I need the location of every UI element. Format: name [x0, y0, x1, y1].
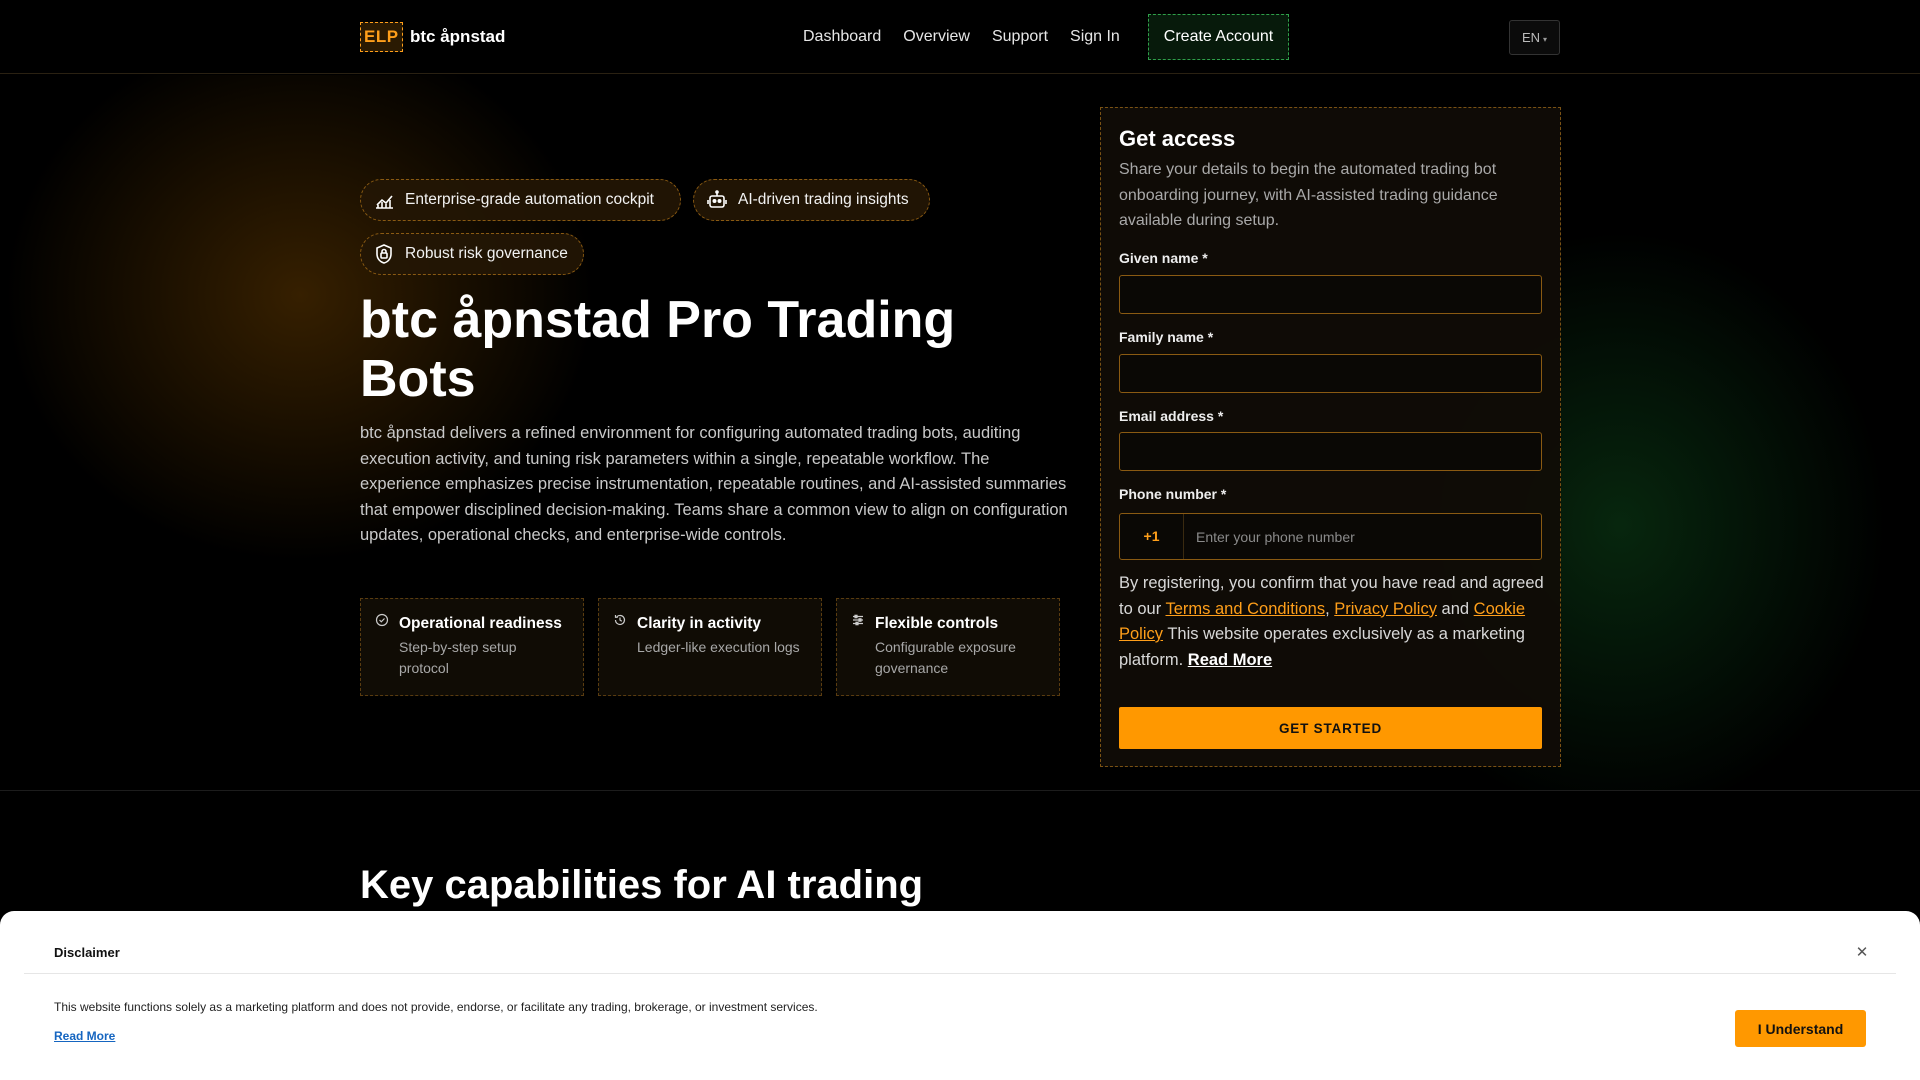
feature-card-controls: Flexible controls Configurable exposure … [836, 598, 1060, 696]
robot-icon [707, 190, 727, 208]
form-title: Get access [1119, 126, 1236, 151]
feature-subtitle: Ledger-like execution logs [637, 639, 800, 655]
brand-name[interactable]: btc åpnstad [410, 25, 505, 49]
feature-card-clarity: Clarity in activity Ledger-like executio… [598, 598, 822, 696]
language-select[interactable]: EN ▾ [1509, 20, 1560, 55]
close-icon[interactable]: ✕ [1852, 943, 1872, 963]
logo-badge[interactable]: ELP [360, 22, 403, 52]
disclaimer-title: Disclaimer [54, 945, 120, 960]
feature-card-operational: Operational readiness Step-by-step setup… [360, 598, 584, 696]
pill-label: Enterprise-grade automation cockpit [405, 191, 654, 208]
feature-subtitle: Configurable exposure governance [875, 639, 1016, 676]
history-icon [614, 614, 626, 626]
sliders-icon [853, 614, 863, 626]
page: ELP btc åpnstad Dashboard Overview Suppo… [0, 0, 1920, 1080]
main-nav: Dashboard Overview Support Sign In [803, 26, 1120, 48]
pill-label: AI-driven trading insights [738, 191, 909, 208]
disclaimer-banner: Disclaimer ✕ This website functions sole… [0, 911, 1920, 1080]
terms-link[interactable]: Terms and Conditions [1166, 600, 1326, 618]
country-code-select[interactable]: +1 [1120, 514, 1184, 559]
read-more-link[interactable]: Read More [1188, 651, 1272, 669]
feature-title: Clarity in activity [637, 615, 762, 632]
form-subtitle: Share your details to begin the automate… [1119, 161, 1498, 229]
phone-field[interactable] [1184, 514, 1541, 559]
family-name-label: Family name * [1119, 329, 1214, 345]
hero-description: btc åpnstad delivers a refined environme… [360, 424, 1068, 545]
nav-support[interactable]: Support [992, 26, 1048, 48]
feature-title: Flexible controls [875, 615, 999, 632]
pill-risk-governance: Robust risk governance [360, 233, 584, 275]
signup-form-card: Get access Share your details to begin t… [1100, 107, 1561, 767]
given-name-label: Given name * [1119, 250, 1208, 266]
nav-sign-in[interactable]: Sign In [1070, 26, 1120, 48]
chart-icon [376, 195, 393, 209]
email-label: Email address * [1119, 408, 1224, 424]
phone-field-group: +1 [1119, 513, 1542, 560]
caret-down-icon: ▾ [1543, 35, 1548, 44]
legal-suffix: This website operates exclusively as a m… [1119, 625, 1525, 669]
privacy-link[interactable]: Privacy Policy [1334, 600, 1437, 618]
capabilities-title: Key capabilities for AI trading [360, 863, 924, 907]
disclaimer-text: This website functions solely as a marke… [54, 1000, 818, 1014]
pill-automation: Enterprise-grade automation cockpit [360, 179, 681, 221]
i-understand-button[interactable]: I Understand [1735, 1010, 1866, 1047]
get-started-button[interactable]: GET STARTED [1119, 707, 1542, 749]
shield-icon [376, 244, 392, 264]
check-circle-icon [375, 613, 389, 627]
disclaimer-read-more-link[interactable]: Read More [54, 1028, 115, 1045]
nav-dashboard[interactable]: Dashboard [803, 26, 881, 48]
nav-overview[interactable]: Overview [903, 26, 970, 48]
divider [24, 973, 1896, 974]
legal-and: and [1441, 599, 1470, 618]
phone-label: Phone number * [1119, 486, 1227, 502]
feature-subtitle: Step-by-step setup protocol [399, 639, 517, 676]
top-header: ELP btc åpnstad Dashboard Overview Suppo… [0, 0, 1920, 74]
hero-title: btc åpnstad Pro Trading Bots [360, 291, 956, 408]
pill-label: Robust risk governance [405, 245, 568, 262]
language-label: EN [1521, 30, 1541, 45]
hero-section: Enterprise-grade automation cockpit AI-d… [0, 75, 1920, 791]
email-field[interactable] [1119, 432, 1542, 471]
legal-consent-text: By registering, you confirm that you hav… [1119, 574, 1544, 669]
given-name-field[interactable] [1119, 275, 1542, 314]
pill-ai-insights: AI-driven trading insights [693, 179, 930, 221]
create-account-button[interactable]: Create Account [1148, 14, 1289, 60]
family-name-field[interactable] [1119, 354, 1542, 393]
feature-title: Operational readiness [399, 615, 562, 632]
